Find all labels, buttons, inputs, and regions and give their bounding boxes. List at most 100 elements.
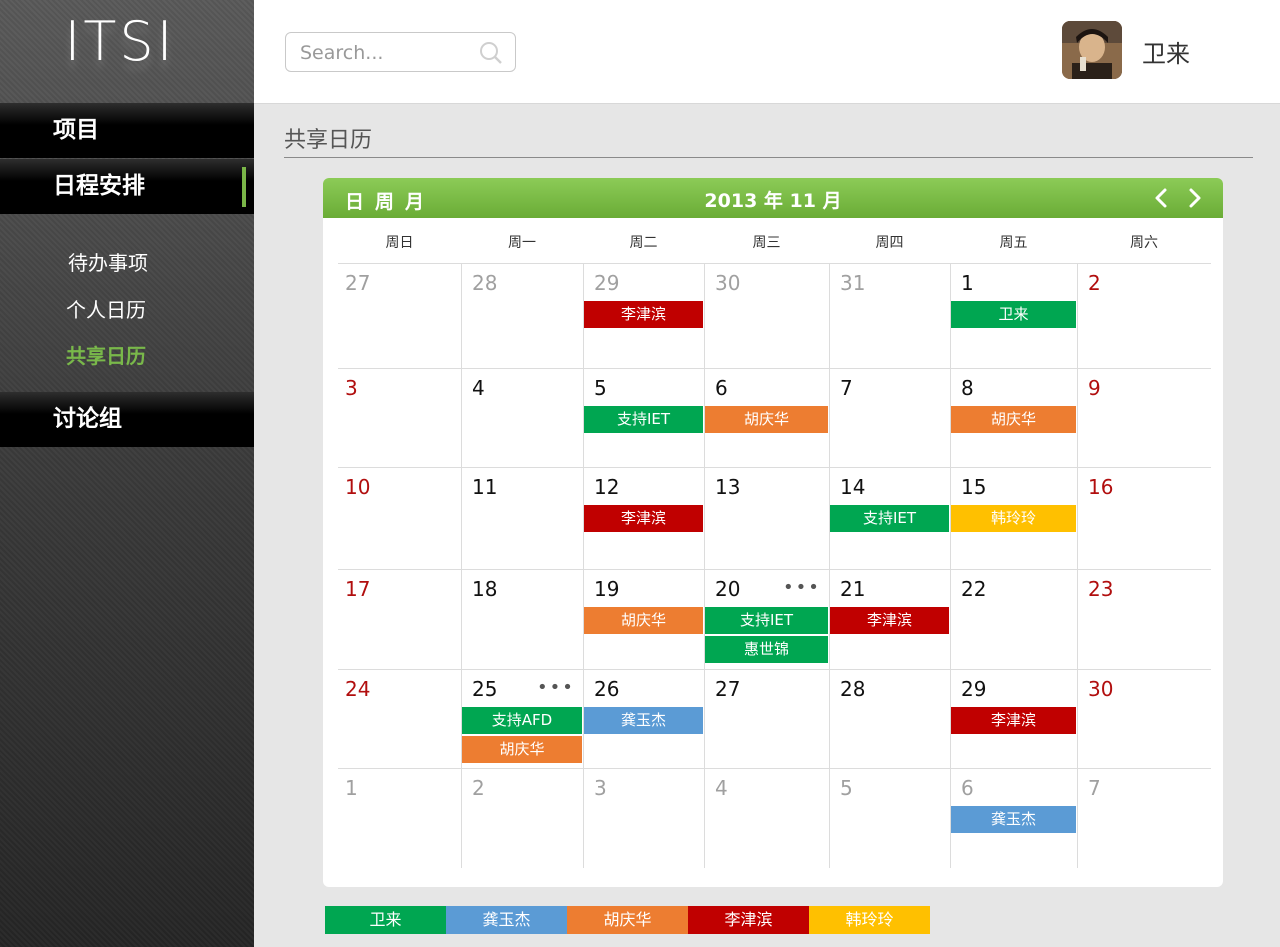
calendar-event[interactable]: 支持IET — [705, 607, 828, 634]
view-tab-day[interactable]: 日 — [345, 187, 364, 214]
title-divider — [284, 157, 1253, 158]
day-number: 4 — [472, 376, 485, 400]
calendar-event[interactable]: 支持IET — [830, 505, 949, 532]
day-cell[interactable]: 10 — [338, 467, 461, 569]
weekday-label: 周四 — [875, 235, 904, 251]
calendar-event[interactable]: 李津滨 — [830, 607, 949, 634]
legend-item[interactable]: 龚玉杰 — [446, 906, 567, 934]
day-cell[interactable]: 28 — [829, 669, 950, 768]
day-number: 30 — [715, 271, 741, 295]
legend-item[interactable]: 胡庆华 — [567, 906, 688, 934]
day-cell[interactable]: 3 — [338, 368, 461, 467]
calendar-event[interactable]: 李津滨 — [584, 505, 703, 532]
calendar-event[interactable]: 龚玉杰 — [951, 806, 1076, 833]
nav-sub-personal-calendar[interactable]: 个人日历 — [66, 294, 146, 323]
day-cell[interactable]: 30 — [704, 263, 829, 368]
page-title: 共享日历 — [284, 128, 373, 153]
day-cell[interactable]: 24 — [338, 669, 461, 768]
weekday-label: 周一 — [508, 235, 536, 251]
day-cell[interactable]: 2 — [461, 768, 583, 868]
day-cell[interactable]: 4 — [704, 768, 829, 868]
avatar-image — [1062, 21, 1122, 79]
day-cell[interactable]: 27 — [338, 263, 461, 368]
day-cell[interactable]: 7 — [1077, 768, 1211, 868]
day-number: 27 — [345, 271, 371, 295]
calendar-toolbar: 日 周 月 2013 年 11 月 — [323, 178, 1223, 218]
month-label: 2013 年 11 月 — [704, 190, 842, 212]
day-number: 5 — [594, 376, 607, 400]
nav-item-label: 日程安排 — [53, 173, 145, 199]
day-cell[interactable]: 13 — [704, 467, 829, 569]
day-cell[interactable]: 27 — [704, 669, 829, 768]
legend-item[interactable]: 韩玲玲 — [809, 906, 930, 934]
calendar-event[interactable]: 韩玲玲 — [951, 505, 1076, 532]
header: 卫来 — [254, 0, 1280, 104]
next-month-icon[interactable] — [1183, 187, 1205, 209]
day-cell[interactable]: 30 — [1077, 669, 1211, 768]
day-cell[interactable]: 28 — [461, 263, 583, 368]
more-events-icon[interactable]: ••• — [537, 677, 575, 698]
day-number: 12 — [594, 475, 620, 499]
day-number: 28 — [840, 677, 866, 701]
calendar-event[interactable]: 惠世锦 — [705, 636, 828, 663]
day-number: 2 — [472, 776, 485, 800]
calendar-event[interactable]: 胡庆华 — [951, 406, 1076, 433]
calendar-event[interactable]: 卫来 — [951, 301, 1076, 328]
prev-month-icon[interactable] — [1151, 187, 1173, 209]
nav-item-discussion[interactable]: 讨论组 — [0, 392, 254, 447]
nav-sub-shared-calendar[interactable]: 共享日历 — [66, 340, 146, 369]
nav-sub-todo[interactable]: 待办事项 — [68, 247, 148, 276]
weekday-label: 周三 — [752, 235, 781, 251]
nav-item-projects[interactable]: 项目 — [0, 103, 254, 158]
calendar-event[interactable]: 李津滨 — [951, 707, 1076, 734]
calendar-event[interactable]: 胡庆华 — [705, 406, 828, 433]
calendar-event[interactable]: 支持AFD — [462, 707, 582, 734]
search-input[interactable] — [300, 41, 470, 65]
day-cell[interactable]: 16 — [1077, 467, 1211, 569]
sidebar: ITSI 项目 日程安排 待办事项 个人日历 共享日历 讨论组 — [0, 0, 254, 947]
day-number: 31 — [840, 271, 866, 295]
search-icon[interactable] — [479, 41, 503, 65]
view-tab-week[interactable]: 周 — [375, 187, 394, 214]
calendar-event[interactable]: 李津滨 — [584, 301, 703, 328]
user-name[interactable]: 卫来 — [1142, 34, 1190, 69]
day-cell[interactable]: 11 — [461, 467, 583, 569]
day-cell[interactable]: 22 — [950, 569, 1077, 669]
calendar-event[interactable]: 支持IET — [584, 406, 703, 433]
nav-item-schedule[interactable]: 日程安排 — [0, 159, 254, 214]
weekday-label: 周日 — [385, 235, 414, 251]
day-number: 14 — [840, 475, 866, 499]
day-cell[interactable]: 2 — [1077, 263, 1211, 368]
day-number: 2 — [1088, 271, 1101, 295]
day-number: 3 — [345, 376, 358, 400]
day-number: 16 — [1088, 475, 1114, 499]
day-cell[interactable]: 5 — [829, 768, 950, 868]
day-cell[interactable]: 31 — [829, 263, 950, 368]
day-cell[interactable]: 18 — [461, 569, 583, 669]
day-cell[interactable]: 9 — [1077, 368, 1211, 467]
day-number: 23 — [1088, 577, 1114, 601]
avatar[interactable] — [1062, 21, 1122, 79]
calendar-event[interactable]: 龚玉杰 — [584, 707, 703, 734]
day-cell[interactable]: 4 — [461, 368, 583, 467]
day-number: 6 — [961, 776, 974, 800]
legend-item[interactable]: 李津滨 — [688, 906, 809, 934]
active-indicator — [242, 167, 246, 207]
day-number: 25 — [472, 677, 498, 701]
calendar-event[interactable]: 胡庆华 — [462, 736, 582, 763]
day-cell[interactable]: 23 — [1077, 569, 1211, 669]
day-cell[interactable]: 7 — [829, 368, 950, 467]
day-cell[interactable]: 3 — [583, 768, 704, 868]
day-number: 10 — [345, 475, 371, 499]
day-cell[interactable]: 1 — [338, 768, 461, 868]
day-number: 15 — [961, 475, 987, 499]
legend-item[interactable]: 卫来 — [325, 906, 446, 934]
day-cell[interactable]: 17 — [338, 569, 461, 669]
day-number: 17 — [345, 577, 371, 601]
day-number: 13 — [715, 475, 741, 499]
more-events-icon[interactable]: ••• — [783, 577, 821, 598]
nav-item-label: 讨论组 — [53, 406, 122, 432]
view-tab-month[interactable]: 月 — [405, 187, 424, 214]
calendar-event[interactable]: 胡庆华 — [584, 607, 703, 634]
day-number: 4 — [715, 776, 728, 800]
